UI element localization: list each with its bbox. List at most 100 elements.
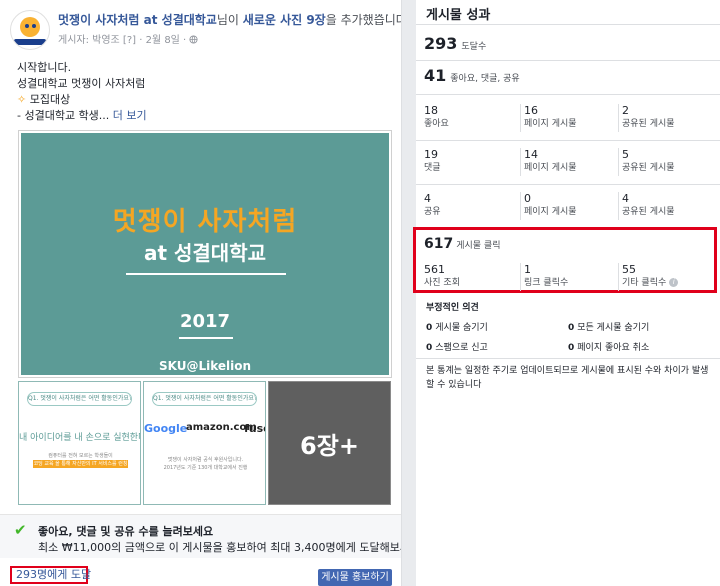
stat-label: 링크 클릭수	[524, 278, 569, 288]
sparkle-icon: ✧	[17, 93, 27, 106]
reach-link[interactable]: 293명에게 도달	[10, 566, 91, 584]
avatar-band	[14, 39, 46, 45]
stats-footnote: 본 통계는 일정한 주기로 업데이트되므로 게시물에 표시된 수와 차이가 발생…	[426, 366, 709, 390]
post-performance-panel: 게시물 성과 293 도달수 41 좋아요, 댓글, 공유 18 좋아요 16 페이지 …	[416, 0, 720, 586]
divider	[520, 148, 521, 176]
divider	[618, 148, 619, 176]
post-body: 시작합니다. 성결대학교 멋쟁이 사자처럼 ✧ 모집대상 - 성결대학교 학생.…	[17, 60, 387, 124]
thumb-question: Q1. 멋쟁이 사자처럼은 어떤 활동인가요?	[152, 392, 257, 406]
stat-label: 모든 게시물 숨기기	[577, 323, 650, 333]
recruit-label: 모집대상	[29, 93, 71, 106]
other-clicks-stat: 55 기타 클릭수 i	[622, 263, 718, 289]
stat-label: 좋아요	[424, 119, 449, 129]
divider	[416, 60, 720, 61]
neg-unlike-page: 0 페이지 좋아요 취소	[568, 340, 649, 353]
recruit-detail: - 성결대학교 학생... 더 보기	[17, 108, 387, 124]
thumb-caption-line: 멋쟁이 사자처럼 공식 후원사입니다.	[167, 457, 244, 463]
divider	[618, 104, 619, 132]
fuse-logo: fuse	[244, 422, 265, 435]
thumb-caption-line: 코딩 교육 을 통해 자신만의 IT 서비스를 런칭	[32, 460, 129, 468]
check-icon: ✔	[14, 521, 27, 539]
post-clicks-section: 617 게시물 클릭 561 사진 조회 1 링크 클릭수 55 기타 클릭수 i	[413, 227, 717, 293]
boost-post-button[interactable]: 게시물 홍보하기	[318, 569, 392, 586]
main-photo[interactable]: 멋쟁이 사자처럼 at 성결대학교 2017 SKU@Likelion	[18, 130, 392, 378]
post-text-line: 시작합니다.	[17, 61, 72, 74]
stat-value: 0	[524, 192, 531, 205]
post-text-line: 성결대학교 멋쟁이 사자처럼	[17, 77, 146, 90]
stat-label: 스팸으로 신고	[435, 343, 488, 353]
comments-stat: 19 댓글	[424, 148, 520, 174]
see-more-link[interactable]: 더 보기	[113, 109, 147, 122]
photo-thumbnail-more[interactable]: 6장+	[268, 381, 391, 505]
photo-thumbnail[interactable]: Q1. 멋쟁이 사자처럼은 어떤 활동인가요? Google amazon.co…	[143, 381, 266, 505]
link-clicks-stat: 1 링크 클릭수	[524, 263, 620, 289]
stat-label: 게시물 숨기기	[435, 323, 488, 333]
stat-value: 4	[622, 192, 629, 205]
divider	[520, 104, 521, 132]
comments-shared-posts: 5 공유된 게시물	[622, 148, 718, 174]
boost-title: 좋아요, 댓글 및 공유 수를 늘려보세요	[38, 525, 214, 538]
post-meta: 게시자: 박영조 [?] · 2월 8일 ·	[58, 31, 198, 46]
clicks-label: 게시물 클릭	[456, 241, 501, 251]
stat-value: 2	[622, 104, 629, 117]
title-text: 님이	[216, 13, 243, 27]
stat-value: 14	[524, 148, 538, 161]
photo-views-stat: 561 사진 조회	[424, 263, 520, 289]
stat-value: 0	[426, 343, 433, 353]
reach-label: 도달수	[461, 42, 487, 52]
boost-suggestion: ✔ 좋아요, 댓글 및 공유 수를 늘려보세요 최소 ₩11,000의 금액으로…	[0, 514, 402, 558]
stat-value: 4	[424, 192, 431, 205]
thumb-caption: 컴퓨터를 전혀 모르는 학생들이 코딩 교육 을 통해 자신만의 IT 서비스를 …	[25, 452, 136, 468]
likes-shared-posts: 2 공유된 게시물	[622, 104, 718, 130]
photo-subtitle: at 성결대학교	[143, 241, 267, 265]
neg-spam-report: 0 스팸으로 신고	[426, 340, 488, 353]
stat-label: 사진 조회	[424, 278, 460, 288]
likes-page-posts: 16 페이지 게시물	[524, 104, 620, 130]
stat-value: 0	[426, 323, 433, 333]
stat-value: 18	[424, 104, 438, 117]
shares-shared-posts: 4 공유된 게시물	[622, 192, 718, 218]
globe-icon	[189, 35, 198, 44]
photo-credit: SKU@Likelion	[158, 359, 252, 373]
photo-thumbnail[interactable]: Q1. 멋쟁이 사자처럼은 어떤 활동인가요? 내 아이디어를 내 손으로 실현…	[18, 381, 141, 505]
stat-value: 1	[524, 263, 531, 276]
stat-label: 페이지 게시물	[524, 163, 577, 173]
info-icon[interactable]: i	[669, 278, 679, 287]
post-title: 멋쟁이 사자처럼 at 성결대학교님이 새로운 사진 9장을 추가했습니다.	[58, 12, 401, 28]
page-name-link[interactable]: 멋쟁이 사자처럼 at 성결대학교	[58, 13, 217, 27]
post-meta-text: 게시자: 박영조 [?] · 2월 8일 ·	[58, 35, 190, 46]
panel-title: 게시물 성과	[426, 8, 491, 23]
thumb-heading: 내 아이디어를 내 손으로 실현한다.	[19, 433, 141, 443]
stat-value: 16	[524, 104, 538, 117]
divider	[618, 192, 619, 220]
post-header: 멋쟁이 사자처럼 at 성결대학교님이 새로운 사진 9장을 추가했습니다. 게…	[10, 9, 401, 54]
thumb-question: Q1. 멋쟁이 사자처럼은 어떤 활동인가요?	[27, 392, 132, 406]
post-options-button[interactable]: ···	[372, 9, 392, 26]
divider	[416, 184, 720, 185]
stat-label: 댓글	[424, 163, 441, 173]
new-photos-link[interactable]: 새로운 사진 9장	[243, 13, 326, 27]
clicks-count: 617	[424, 236, 454, 252]
boost-description: 최소 ₩11,000의 금액으로 이 게시물을 홍보하여 최대 3,400명에게…	[38, 541, 402, 554]
thumb-caption-line: 컴퓨터를 전혀 모르는 학생들이	[48, 453, 113, 459]
photo-title: 멋쟁이 사자처럼	[112, 207, 298, 237]
stat-value: 561	[424, 263, 445, 276]
sponsor-logos: Google amazon.com fuse	[144, 422, 265, 442]
stat-value: 0	[568, 343, 575, 353]
more-photos-count: 6장+	[300, 432, 359, 460]
engagement-count: 41	[424, 66, 447, 85]
comments-page-posts: 14 페이지 게시물	[524, 148, 620, 174]
recruit-detail-text: - 성결대학교 학생...	[17, 109, 110, 122]
avatar-logo-icon	[20, 17, 40, 37]
stat-label: 공유	[424, 207, 441, 217]
stat-label: 페이지 좋아요 취소	[577, 343, 650, 353]
divider	[520, 192, 521, 220]
thumb-caption-line: 2017년도 기준 130개 대학교에서 진행	[163, 465, 248, 471]
avatar[interactable]	[10, 10, 50, 50]
shares-page-posts: 0 페이지 게시물	[524, 192, 620, 218]
photo-year-underline	[179, 337, 233, 339]
negative-feedback-title: 부정적인 의견	[426, 303, 479, 313]
divider	[416, 358, 720, 359]
photo-background: 멋쟁이 사자처럼 at 성결대학교 2017 SKU@Likelion	[21, 133, 389, 375]
divider	[520, 263, 521, 291]
